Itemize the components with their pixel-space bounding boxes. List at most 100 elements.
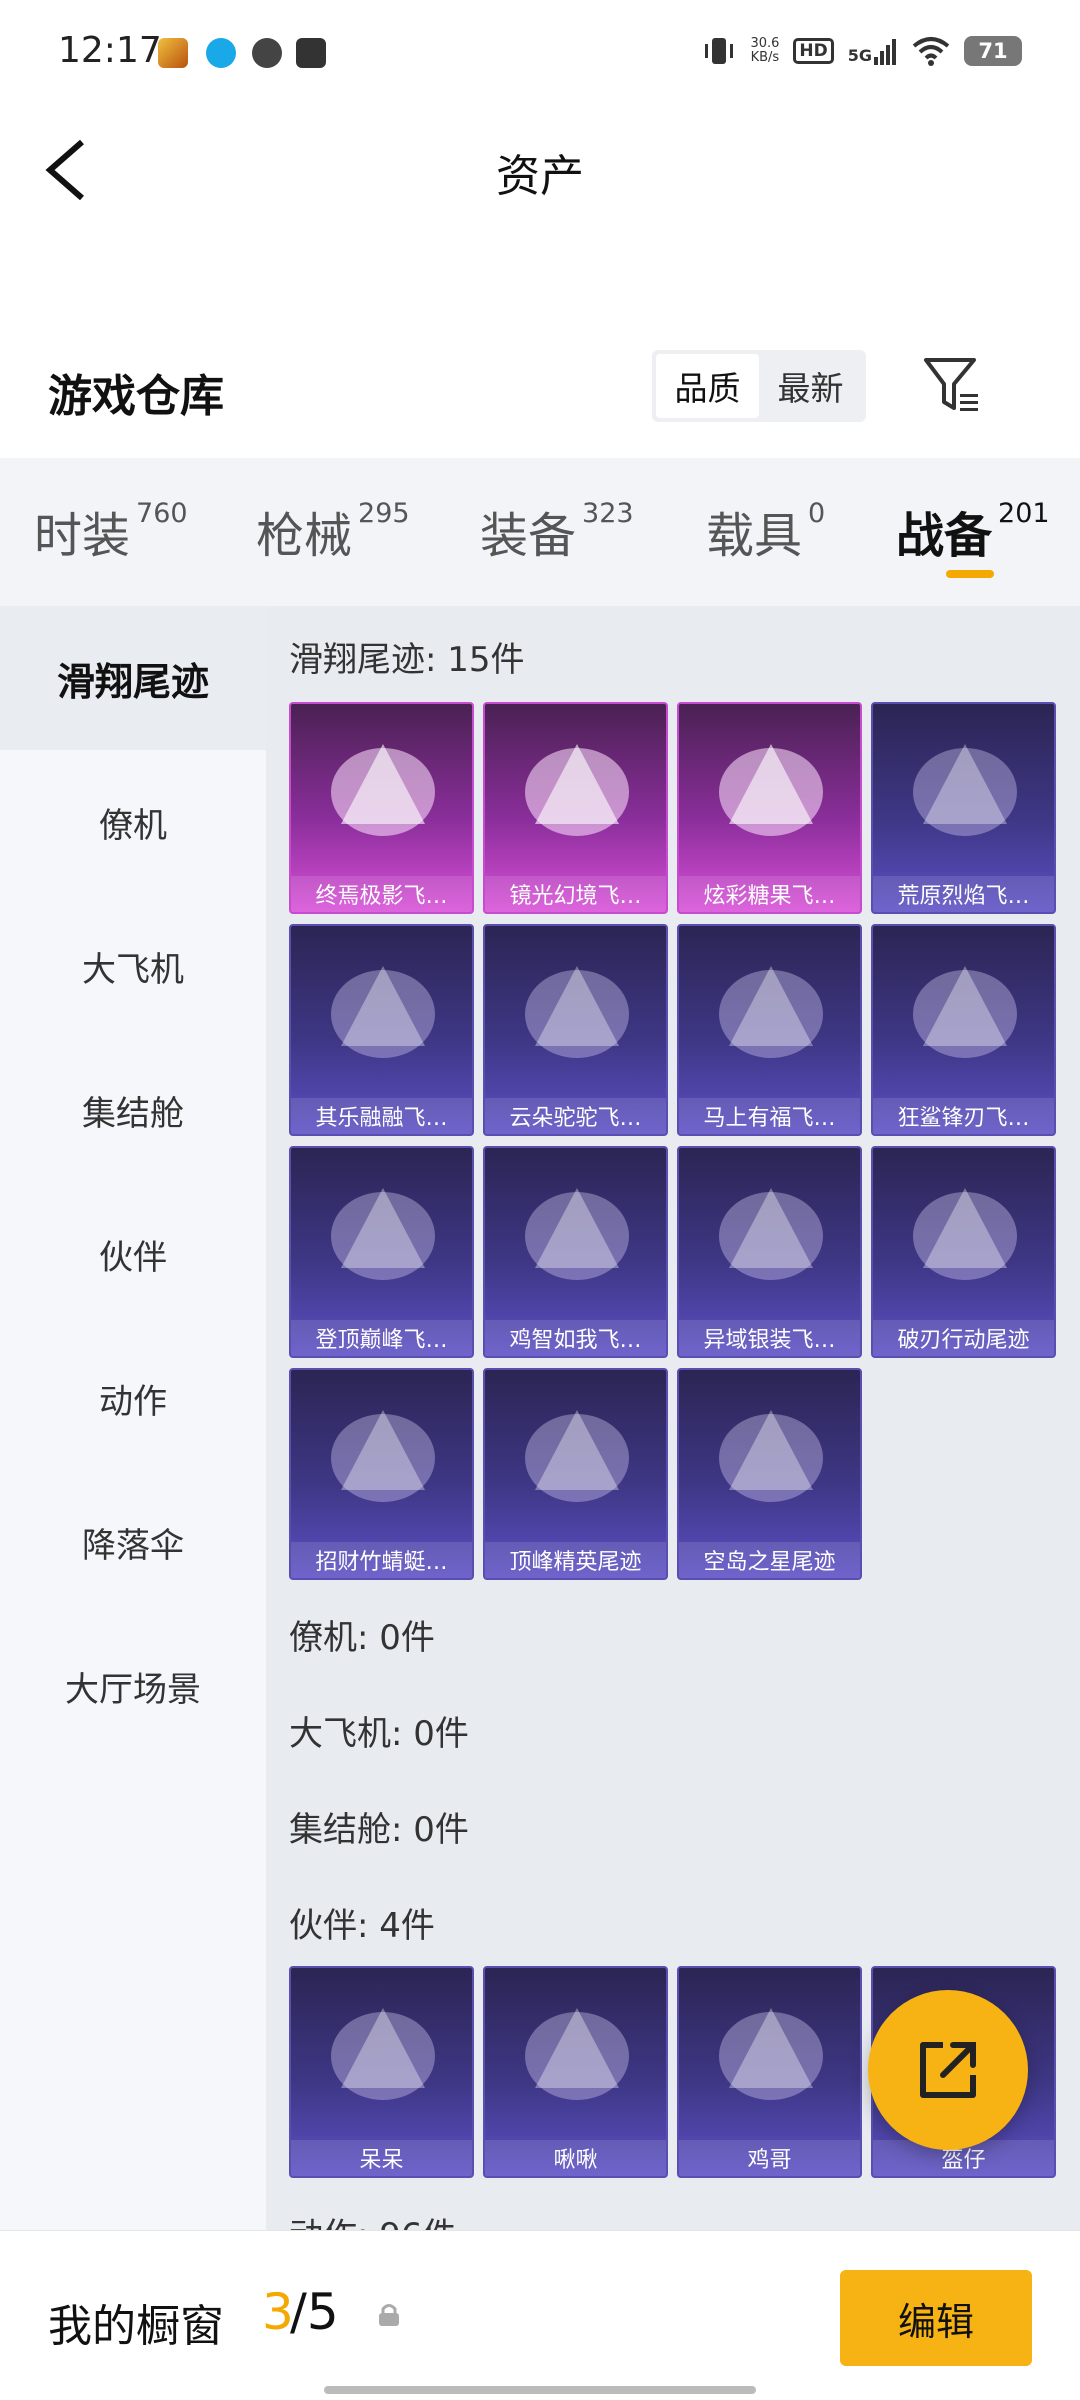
status-indicators: 30.6 KB/s HD 5G 71 [702, 34, 1022, 68]
sidebar-item-partners[interactable]: 伙伴 [0, 1182, 266, 1326]
trail-item[interactable]: 鸡智如我飞… [483, 1146, 668, 1358]
section-title-wingman: 僚机: 0件 [289, 1618, 435, 1658]
trail-item[interactable]: 狂鲨锋刃飞… [871, 924, 1056, 1136]
trail-item-name: 其乐融融飞… [291, 1098, 472, 1134]
partner-item-name: 鸡哥 [679, 2140, 860, 2176]
filter-button[interactable] [920, 354, 984, 418]
trail-item-name: 空岛之星尾迹 [679, 1542, 860, 1578]
trail-item[interactable]: 其乐融融飞… [289, 924, 474, 1136]
trail-item-name: 登顶巅峰飞… [291, 1320, 472, 1356]
sidebar-item-actions[interactable]: 动作 [0, 1326, 266, 1470]
sidebar-item-lobby-scene[interactable]: 大厅场景 [0, 1614, 266, 1758]
vibrate-icon [705, 38, 734, 64]
item-list: 滑翔尾迹: 15件 终焉极影飞… 镜光幻境飞… 炫彩糖果飞… 荒原烈焰飞… 其乐融融飞…… [266, 606, 1080, 2230]
partner-item[interactable]: 啾啾 [483, 1966, 668, 2178]
trail-item[interactable]: 招财竹蜻蜓… [289, 1368, 474, 1580]
showcase-label: 我的橱窗 [48, 2301, 224, 2352]
net-speed: 30.6 KB/s [750, 36, 780, 65]
sidebar: 滑翔尾迹 僚机 大飞机 集结舱 伙伴 动作 降落伞 大厅场景 [0, 606, 266, 2230]
trail-item-image [331, 744, 435, 836]
sidebar-item-big-plane[interactable]: 大飞机 [0, 894, 266, 1038]
trail-item-name: 荒原烈焰飞… [873, 876, 1054, 912]
wifi-icon [912, 37, 950, 66]
tab-battle-prep[interactable]: 战备 201 [896, 496, 1050, 566]
active-tab-indicator [946, 570, 994, 578]
trail-item[interactable]: 终焉极影飞… [289, 702, 474, 914]
trail-item-image [719, 744, 823, 836]
trail-item-name: 狂鲨锋刃飞… [873, 1098, 1054, 1134]
trail-item-image [719, 1188, 823, 1280]
sidebar-item-glide-trail[interactable]: 滑翔尾迹 [0, 606, 266, 750]
partner-item-name: 呆呆 [291, 2140, 472, 2176]
trail-item-name: 终焉极影飞… [291, 876, 472, 912]
filter-icon [924, 358, 978, 411]
trail-item[interactable]: 顶峰精英尾迹 [483, 1368, 668, 1580]
trail-item-image [719, 966, 823, 1058]
trail-item[interactable]: 登顶巅峰飞… [289, 1146, 474, 1358]
sort-newest-button[interactable]: 最新 [759, 354, 862, 418]
trail-item[interactable]: 镜光幻境飞… [483, 702, 668, 914]
trail-item[interactable]: 荒原烈焰飞… [871, 702, 1056, 914]
trail-item-name: 鸡智如我飞… [485, 1320, 666, 1356]
app-notification-icon [252, 38, 282, 68]
lock-icon [379, 2304, 399, 2326]
home-indicator [324, 2386, 756, 2394]
partner-item-image [331, 2008, 435, 2100]
partner-item[interactable]: 鸡哥 [677, 1966, 862, 2178]
trail-item[interactable]: 空岛之星尾迹 [677, 1368, 862, 1580]
trail-item-image [525, 1188, 629, 1280]
trail-item-name: 破刃行动尾迹 [873, 1320, 1054, 1356]
partner-item[interactable]: 呆呆 [289, 1966, 474, 2178]
trail-item-image [913, 744, 1017, 836]
share-button[interactable] [868, 1990, 1028, 2150]
partner-item-image [719, 2008, 823, 2100]
trail-item-image [525, 966, 629, 1058]
tab-firearms[interactable]: 枪械 295 [256, 496, 410, 566]
trail-item-image [331, 966, 435, 1058]
sidebar-item-assembly[interactable]: 集结舱 [0, 1038, 266, 1182]
sidebar-item-wingman[interactable]: 僚机 [0, 750, 266, 894]
trail-item[interactable]: 炫彩糖果飞… [677, 702, 862, 914]
section-title-actions: 动作: 96件 [289, 2208, 457, 2230]
trail-item-name: 云朵驼驼飞… [485, 1098, 666, 1134]
share-icon [920, 2042, 976, 2098]
section-title-partners: 伙伴: 4件 [289, 1906, 435, 1946]
partner-item-image [525, 2008, 629, 2100]
trail-item-name: 招财竹蜻蜓… [291, 1542, 472, 1578]
tab-vehicles[interactable]: 载具 0 [706, 496, 825, 566]
status-bar: 12:17 30.6 KB/s HD 5G 71 [0, 0, 1080, 105]
sidebar-item-parachute[interactable]: 降落伞 [0, 1470, 266, 1614]
battery-indicator: 71 [964, 36, 1022, 66]
section-title-trails: 滑翔尾迹: 15件 [289, 640, 525, 680]
trail-item-image [525, 744, 629, 836]
category-tabs: 时装 760 枪械 295 装备 323 载具 0 战备 201 [0, 458, 1080, 606]
game-app-notification-icon [158, 38, 188, 68]
section-title-assembly: 集结舱: 0件 [289, 1810, 469, 1850]
edit-button[interactable]: 编辑 [840, 2270, 1032, 2366]
trail-item-name: 顶峰精英尾迹 [485, 1542, 666, 1578]
tab-fashion[interactable]: 时装 760 [34, 496, 188, 566]
trail-item-name: 炫彩糖果飞… [679, 876, 860, 912]
cell-signal-icon [874, 39, 896, 65]
sort-toggle: 品质 最新 [652, 350, 866, 422]
hd-badge: HD [793, 38, 834, 64]
section-title-big-plane: 大飞机: 0件 [289, 1714, 469, 1754]
page-title: 资产 [496, 151, 584, 202]
partner-item-name: 啾啾 [485, 2140, 666, 2176]
trail-item[interactable]: 异域银装飞… [677, 1146, 862, 1358]
trail-item[interactable]: 破刃行动尾迹 [871, 1146, 1056, 1358]
trail-item-image [719, 1410, 823, 1502]
qq-notification-icon [206, 38, 236, 68]
trail-item[interactable]: 马上有福飞… [677, 924, 862, 1136]
tab-equipment[interactable]: 装备 323 [480, 496, 634, 566]
trail-item-image [913, 1188, 1017, 1280]
warehouse-title: 游戏仓库 [48, 371, 224, 422]
showcase-total: /5 [290, 2283, 339, 2341]
trail-item-name: 镜光幻境飞… [485, 876, 666, 912]
sort-quality-button[interactable]: 品质 [656, 354, 759, 418]
trail-item-image [525, 1410, 629, 1502]
signal-5g: 5G [848, 37, 898, 65]
status-time: 12:17 [58, 30, 162, 71]
trail-item[interactable]: 云朵驼驼飞… [483, 924, 668, 1136]
trail-item-name: 异域银装飞… [679, 1320, 860, 1356]
